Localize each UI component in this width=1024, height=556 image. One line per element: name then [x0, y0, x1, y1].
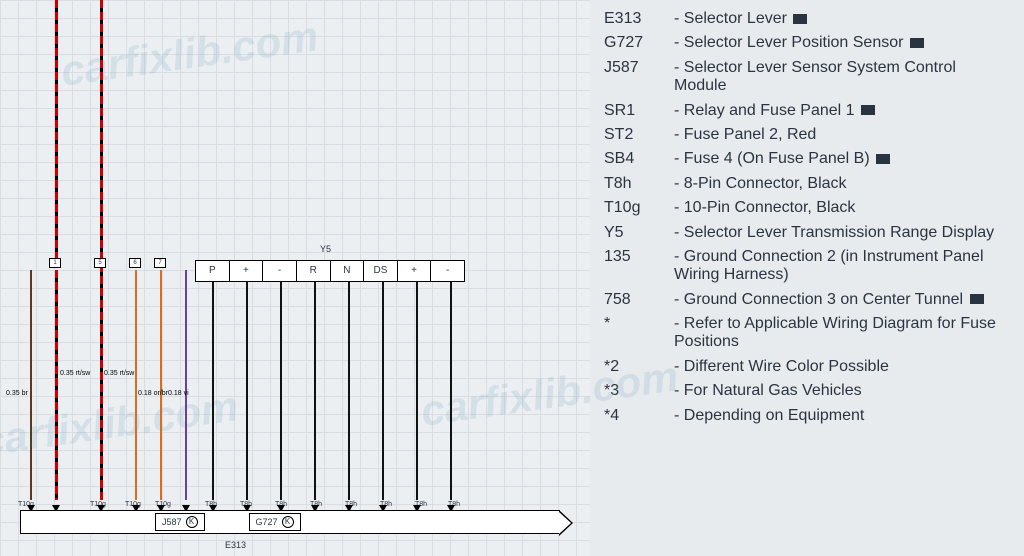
watermark: carfixlib.com: [58, 12, 321, 96]
legend-code: 135: [604, 248, 674, 285]
g727-label: G727: [256, 517, 278, 527]
legend-code: *2: [604, 358, 674, 376]
wire-annot: 0.18 vi: [168, 390, 189, 397]
y5-cell: +: [398, 261, 432, 281]
wire-red-2: [100, 0, 103, 500]
legend-code: 758: [604, 291, 674, 309]
legend-code: *4: [604, 407, 674, 425]
legend-code: T10g: [604, 199, 674, 217]
y5-cell: N: [331, 261, 365, 281]
e313-module-bar: J587 K G727 K: [20, 510, 560, 534]
legend-code: SB4: [604, 150, 674, 168]
reference-icon: [970, 294, 984, 304]
e313-label: E313: [225, 540, 246, 550]
legend-desc: 10-Pin Connector, Black: [674, 199, 1010, 217]
wire-y5: [348, 282, 350, 500]
legend-code: G727: [604, 34, 674, 52]
legend-desc: Depending on Equipment: [674, 407, 1010, 425]
legend-desc: Fuse 4 (On Fuse Panel B): [674, 150, 1010, 168]
legend-row: *3For Natural Gas Vehicles: [604, 382, 1010, 400]
wire-y5: [280, 282, 282, 500]
j587-subbox: J587 K: [155, 513, 205, 531]
wire-orange-2: [160, 270, 162, 500]
wire-y5: [450, 282, 452, 500]
pin-box: 1: [49, 258, 61, 268]
legend-row: J587Selector Lever Sensor System Control…: [604, 59, 1010, 96]
legend-desc: Selector Lever Transmission Range Displa…: [674, 224, 1010, 242]
y5-cell: R: [297, 261, 331, 281]
wire-annot: 0.35 br: [6, 390, 28, 397]
y5-cell: P: [196, 261, 230, 281]
legend-row: *Refer to Applicable Wiring Diagram for …: [604, 315, 1010, 352]
legend-desc: Refer to Applicable Wiring Diagram for F…: [674, 315, 1010, 352]
legend-row: 758Ground Connection 3 on Center Tunnel: [604, 291, 1010, 309]
legend-row: T10g10-Pin Connector, Black: [604, 199, 1010, 217]
wire-red-short: [55, 270, 58, 500]
wire-purple: [185, 270, 187, 500]
wire-y5: [314, 282, 316, 500]
y5-cell: -: [263, 261, 297, 281]
legend-row: ST2Fuse Panel 2, Red: [604, 126, 1010, 144]
transistor-icon: K: [282, 516, 294, 528]
legend-row: SB4Fuse 4 (On Fuse Panel B): [604, 150, 1010, 168]
y5-label: Y5: [320, 244, 331, 254]
watermark: carfixlib.com: [0, 382, 241, 466]
legend-code: *3: [604, 382, 674, 400]
legend-row: E313Selector Lever: [604, 10, 1010, 28]
legend-desc: Selector Lever: [674, 10, 1010, 28]
wire-annot: 0.35 rt/sw: [104, 370, 134, 377]
legend-row: G727Selector Lever Position Sensor: [604, 34, 1010, 52]
legend-desc: Ground Connection 3 on Center Tunnel: [674, 291, 1010, 309]
legend-desc: 8-Pin Connector, Black: [674, 175, 1010, 193]
transistor-icon: K: [186, 516, 198, 528]
wire-red-1: [55, 0, 58, 260]
legend-row: *2Different Wire Color Possible: [604, 358, 1010, 376]
legend-code: ST2: [604, 126, 674, 144]
wire-y5: [416, 282, 418, 500]
reference-icon: [876, 154, 890, 164]
legend-row: Y5Selector Lever Transmission Range Disp…: [604, 224, 1010, 242]
wire-y5: [246, 282, 248, 500]
legend-code: E313: [604, 10, 674, 28]
reference-icon: [910, 38, 924, 48]
y5-cell: +: [230, 261, 264, 281]
legend-code: T8h: [604, 175, 674, 193]
legend-desc: Selector Lever Position Sensor: [674, 34, 1010, 52]
legend-code: SR1: [604, 102, 674, 120]
legend-panel: E313Selector Lever G727Selector Lever Po…: [590, 0, 1024, 556]
y5-display-box: P + - R N DS + -: [195, 260, 465, 282]
page-root: carfixlib.com carfixlib.com carfixlib.co…: [0, 0, 1024, 556]
legend-desc: Relay and Fuse Panel 1: [674, 102, 1010, 120]
legend-code: J587: [604, 59, 674, 96]
wire-annot: 0.35 rt/sw: [60, 370, 90, 377]
legend-desc: Selector Lever Sensor System Control Mod…: [674, 59, 1010, 96]
legend-desc: Fuse Panel 2, Red: [674, 126, 1010, 144]
legend-code: Y5: [604, 224, 674, 242]
reference-icon: [793, 14, 807, 24]
legend-row: T8h8-Pin Connector, Black: [604, 175, 1010, 193]
j587-label: J587: [162, 517, 182, 527]
legend-row: *4Depending on Equipment: [604, 407, 1010, 425]
legend-desc: Ground Connection 2 (in Instrument Panel…: [674, 248, 1010, 285]
pin-box: 6: [129, 258, 141, 268]
legend-code: *: [604, 315, 674, 352]
legend-desc: Different Wire Color Possible: [674, 358, 1010, 376]
wire-brown: [30, 270, 32, 500]
continuation-arrow-icon: [559, 510, 573, 536]
wire-orange-1: [135, 270, 137, 500]
legend-desc: For Natural Gas Vehicles: [674, 382, 1010, 400]
g727-subbox: G727 K: [249, 513, 301, 531]
legend-row: SR1Relay and Fuse Panel 1: [604, 102, 1010, 120]
wire-y5: [382, 282, 384, 500]
pin-box: 5: [94, 258, 106, 268]
y5-cell: -: [431, 261, 464, 281]
wire-y5: [212, 282, 214, 500]
reference-icon: [861, 105, 875, 115]
wiring-diagram: carfixlib.com carfixlib.com carfixlib.co…: [0, 0, 590, 556]
pin-box: 7: [154, 258, 166, 268]
wire-annot: 0.18 or/br: [138, 390, 168, 397]
y5-cell: DS: [364, 261, 398, 281]
legend-row: 135Ground Connection 2 (in Instrument Pa…: [604, 248, 1010, 285]
